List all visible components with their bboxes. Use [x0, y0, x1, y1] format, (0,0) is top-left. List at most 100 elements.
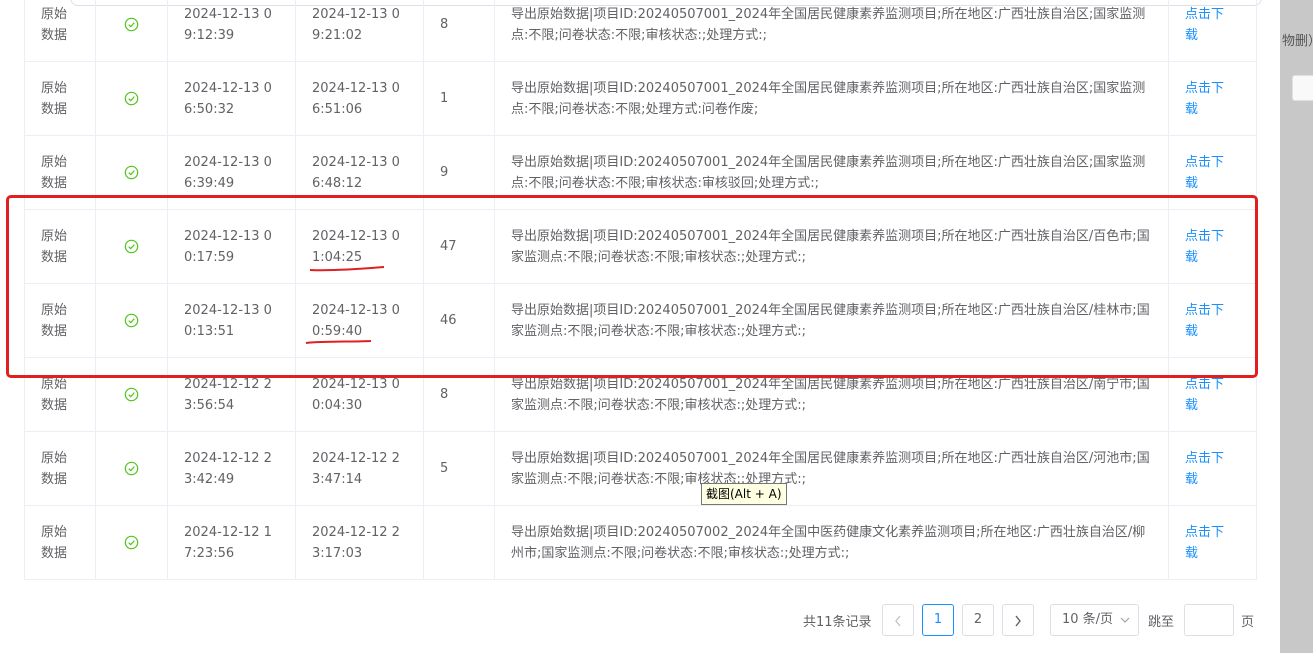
cell-type: 原始数据 — [24, 431, 96, 506]
check-circle-icon — [124, 165, 139, 180]
screenshot-tooltip: 截图(Alt + A) — [701, 483, 787, 505]
download-link[interactable]: 点击下载 — [1185, 4, 1229, 46]
cell-type: 原始数据 — [24, 209, 96, 284]
page-unit-label: 页 — [1241, 615, 1255, 630]
cell-status — [95, 61, 168, 136]
cell-count: 8 — [423, 357, 495, 432]
cell-type: 原始数据 — [24, 0, 96, 62]
page-size-select[interactable]: 10 条/页 — [1050, 604, 1139, 636]
cell-action: 点击下载 — [1168, 0, 1257, 62]
table-row: 原始数据 2024-12-13 00:13:51 2024-12-13 00:59:… — [24, 283, 1257, 358]
cell-start-time: 2024-12-13 06:50:32 — [167, 61, 296, 136]
page-1-button[interactable]: 1 — [922, 604, 954, 636]
cell-action: 点击下载 — [1168, 431, 1257, 506]
cell-type: 原始数据 — [24, 505, 96, 580]
cell-start-time: 2024-12-12 17:23:56 — [167, 505, 296, 580]
download-link[interactable]: 点击下载 — [1185, 152, 1229, 194]
table-row: 原始数据 2024-12-13 06:50:32 2024-12-13 06:51:… — [24, 61, 1257, 136]
cell-end-time: 2024-12-13 01:04:25 — [295, 209, 424, 284]
cell-status — [95, 357, 168, 432]
cell-start-time: 2024-12-13 06:39:49 — [167, 135, 296, 210]
cell-start-time: 2024-12-13 09:12:39 — [167, 0, 296, 62]
cell-description: 导出原始数据|项目ID:20240507001_2024年全国居民健康素养监测项… — [494, 0, 1169, 62]
export-records-dialog: 原始数据 2024-12-13 09:12:39 2024-12-13 09:21:… — [0, 0, 1280, 653]
cell-start-time: 2024-12-13 00:13:51 — [167, 283, 296, 358]
cell-type: 原始数据 — [24, 135, 96, 210]
table-row: 原始数据 2024-12-12 23:56:54 2024-12-13 00:04:… — [24, 357, 1257, 432]
check-circle-icon — [124, 313, 139, 328]
cell-end-time: 2024-12-12 23:17:03 — [295, 505, 424, 580]
cell-status — [95, 283, 168, 358]
cell-count: 46 — [423, 283, 495, 358]
background-partial-text: 物删） — [1282, 34, 1313, 49]
pagination-total: 共11条记录 — [803, 615, 872, 630]
cell-status — [95, 505, 168, 580]
cell-end-time: 2024-12-13 00:04:30 — [295, 357, 424, 432]
table-row: 原始数据 2024-12-12 17:23:56 2024-12-12 23:17:… — [24, 505, 1257, 580]
prev-page-button[interactable] — [882, 604, 914, 636]
table-row: 原始数据 2024-12-13 00:17:59 2024-12-13 01:04:… — [24, 209, 1257, 284]
cell-description: 导出原始数据|项目ID:20240507001_2024年全国居民健康素养监测项… — [494, 61, 1169, 136]
cell-action: 点击下载 — [1168, 61, 1257, 136]
screenshot-stage: 物删） 原始数据 2024-12-13 09:12:392024-12-13 09… — [0, 0, 1313, 653]
jump-to-label: 跳至 — [1148, 615, 1175, 630]
jump-page-input[interactable] — [1184, 604, 1234, 636]
download-link[interactable]: 点击下载 — [1185, 78, 1229, 120]
check-circle-icon — [124, 239, 139, 254]
download-link[interactable]: 点击下载 — [1185, 300, 1229, 342]
cell-start-time: 2024-12-12 23:42:49 — [167, 431, 296, 506]
cell-end-time: 2024-12-13 09:21:02 — [295, 0, 424, 62]
table-row: 原始数据 2024-12-13 09:12:39 2024-12-13 09:21:… — [24, 0, 1257, 62]
cell-count: 5 — [423, 431, 495, 506]
cell-count: 9 — [423, 135, 495, 210]
page-size-label: 10 条/页 — [1062, 612, 1114, 627]
download-link[interactable]: 点击下载 — [1185, 226, 1229, 268]
cell-end-time: 2024-12-13 00:59:40 — [295, 283, 424, 358]
cell-type: 原始数据 — [24, 283, 96, 358]
table-body: 原始数据 2024-12-13 09:12:39 2024-12-13 09:21:… — [24, 0, 1257, 580]
cell-description: 导出原始数据|项目ID:20240507001_2024年全国居民健康素养监测项… — [494, 283, 1169, 358]
cell-action: 点击下载 — [1168, 209, 1257, 284]
cell-status — [95, 0, 168, 62]
check-circle-icon — [124, 535, 139, 550]
cell-type: 原始数据 — [24, 61, 96, 136]
cell-description: 导出原始数据|项目ID:20240507001_2024年全国居民健康素养监测项… — [494, 209, 1169, 284]
background-input-box — [1292, 75, 1313, 101]
chevron-left-icon — [895, 615, 901, 627]
cell-status — [95, 209, 168, 284]
cell-action: 点击下载 — [1168, 357, 1257, 432]
cell-count — [423, 505, 495, 580]
cell-start-time: 2024-12-13 00:17:59 — [167, 209, 296, 284]
check-circle-icon — [124, 387, 139, 402]
cell-end-time: 2024-12-13 06:48:12 — [295, 135, 424, 210]
cell-action: 点击下载 — [1168, 283, 1257, 358]
cell-action: 点击下载 — [1168, 505, 1257, 580]
cell-start-time: 2024-12-12 23:56:54 — [167, 357, 296, 432]
download-link[interactable]: 点击下载 — [1185, 374, 1229, 416]
page-2-button[interactable]: 2 — [962, 604, 994, 636]
cell-description: 导出原始数据|项目ID:20240507002_2024年全国中医药健康文化素养… — [494, 505, 1169, 580]
cell-action: 点击下载 — [1168, 135, 1257, 210]
chevron-down-icon — [1120, 617, 1130, 623]
cell-count: 8 — [423, 0, 495, 62]
check-circle-icon — [124, 17, 139, 32]
check-circle-icon — [124, 461, 139, 476]
next-page-button[interactable] — [1002, 604, 1034, 636]
cell-end-time: 2024-12-13 06:51:06 — [295, 61, 424, 136]
cell-description: 导出原始数据|项目ID:20240507001_2024年全国居民健康素养监测项… — [494, 135, 1169, 210]
cell-description: 导出原始数据|项目ID:20240507001_2024年全国居民健康素养监测项… — [494, 431, 1169, 506]
check-circle-icon — [124, 91, 139, 106]
cell-description: 导出原始数据|项目ID:20240507001_2024年全国居民健康素养监测项… — [494, 357, 1169, 432]
cell-status — [95, 135, 168, 210]
cell-type: 原始数据 — [24, 357, 96, 432]
chevron-right-icon — [1015, 615, 1021, 627]
download-link[interactable]: 点击下载 — [1185, 448, 1229, 490]
table-row: 原始数据 2024-12-13 06:39:49 2024-12-13 06:48:… — [24, 135, 1257, 210]
export-records-table: 原始数据 2024-12-13 09:12:39 2024-12-13 09:21:… — [24, 0, 1257, 580]
download-link[interactable]: 点击下载 — [1185, 522, 1229, 564]
cell-status — [95, 431, 168, 506]
cell-count: 1 — [423, 61, 495, 136]
table-row: 原始数据 2024-12-12 23:42:49 2024-12-12 23:47:… — [24, 431, 1257, 506]
cell-end-time: 2024-12-12 23:47:14 — [295, 431, 424, 506]
cell-count: 47 — [423, 209, 495, 284]
